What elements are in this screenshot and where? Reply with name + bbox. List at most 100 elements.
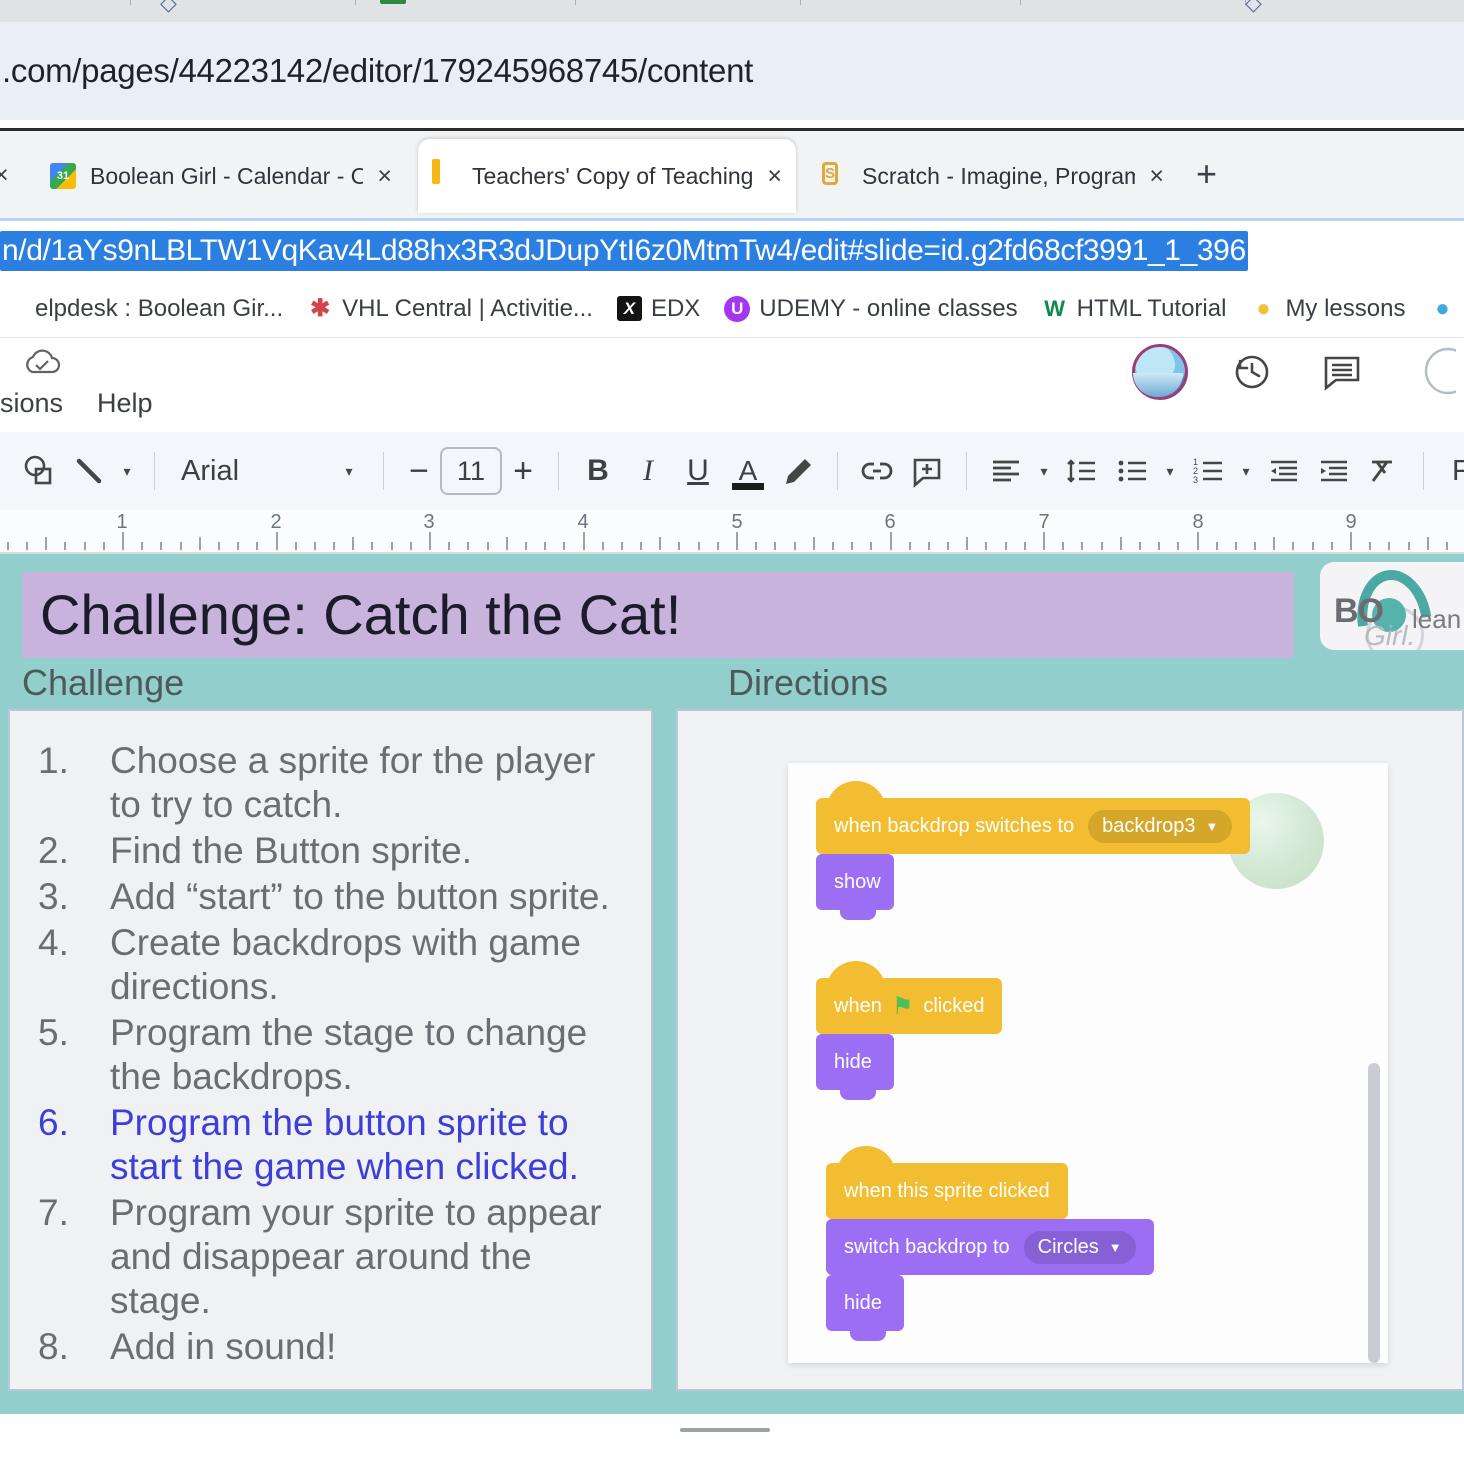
block-label: switch backdrop to bbox=[844, 1235, 1010, 1258]
cut-extension-icon-2[interactable]: ◇ bbox=[1245, 0, 1262, 16]
resize-handle[interactable] bbox=[680, 1428, 770, 1432]
horizontal-ruler[interactable]: 1 2 3 4 5 6 7 8 9 bbox=[0, 510, 1464, 554]
tab-title: Boolean Girl - Calendar - Octob bbox=[90, 162, 364, 189]
tab-close-icon[interactable]: × bbox=[377, 163, 392, 189]
format-options-button[interactable]: Format bbox=[1438, 455, 1464, 488]
decrease-indent-icon[interactable] bbox=[1259, 446, 1309, 496]
font-family-select[interactable]: Arial bbox=[169, 455, 329, 488]
bookmark-label: UDEMY - online classes bbox=[759, 294, 1018, 322]
google-slides-icon bbox=[432, 159, 458, 189]
tab-scratch[interactable]: S Scratch - Imagine, Program, Sh × bbox=[808, 139, 1178, 213]
new-tab-button[interactable]: + bbox=[1196, 156, 1217, 192]
w3schools-icon: W bbox=[1044, 295, 1065, 321]
version-history-icon[interactable] bbox=[1228, 347, 1278, 397]
address-overflow-bar[interactable]: .com/pages/44223142/editor/179245968745/… bbox=[0, 22, 1464, 120]
font-size-input[interactable]: 11 bbox=[440, 447, 502, 495]
insert-link-icon[interactable] bbox=[852, 446, 902, 496]
ruler-tick bbox=[563, 542, 566, 550]
font-family-chevron-down-icon[interactable]: ▾ bbox=[329, 463, 369, 480]
slide-title-box[interactable]: Challenge: Catch the Cat! bbox=[22, 572, 1294, 658]
increase-font-size-button[interactable]: + bbox=[502, 454, 544, 488]
ruler-tick bbox=[908, 542, 911, 550]
bookmark-irc-hours[interactable]: ● IRC Hours bbox=[1417, 295, 1464, 323]
ruler-tick bbox=[716, 542, 719, 550]
tab-boolean-girl-calendar[interactable]: 31 Boolean Girl - Calendar - Octob × bbox=[36, 139, 406, 213]
tab-close-icon-0[interactable]: × bbox=[0, 161, 9, 190]
dropdown-value: Circles bbox=[1037, 1235, 1099, 1258]
step-text: Program the button sprite to start the g… bbox=[110, 1102, 579, 1188]
omnibox[interactable]: n/d/1aYs9nLBLTW1VqKav4Ld88hx3R3dJDupYtI6… bbox=[0, 218, 1464, 280]
omnibox-selected-url-text: n/d/1aYs9nLBLTW1VqKav4Ld88hx3R3dJDupYtI6… bbox=[0, 230, 1248, 271]
line-spacing-icon[interactable] bbox=[1057, 446, 1107, 496]
bold-button[interactable]: B bbox=[573, 446, 623, 496]
ruler-number: 5 bbox=[731, 511, 743, 533]
cloud-saved-icon[interactable] bbox=[22, 348, 62, 378]
slide-canvas[interactable]: Challenge: Catch the Cat! BO lean Girl. … bbox=[0, 554, 1464, 1414]
block-notch bbox=[840, 908, 876, 920]
scratch-block-show: show bbox=[816, 854, 894, 920]
tab-close-icon[interactable]: × bbox=[1149, 163, 1164, 189]
ruler-number: 3 bbox=[423, 511, 435, 533]
bookmark-label: VHL Central | Activitie... bbox=[342, 294, 593, 322]
udemy-icon: U bbox=[724, 295, 751, 322]
avatar[interactable] bbox=[1132, 344, 1188, 400]
bookmark-my-lessons[interactable]: ● My lessons bbox=[1238, 295, 1417, 323]
block-dropdown-backdrop-target[interactable]: Circles ▼ bbox=[1023, 1230, 1136, 1264]
underline-button[interactable]: U bbox=[673, 446, 723, 496]
menu-item-extensions[interactable]: sions bbox=[0, 388, 63, 419]
bookmark-html-tutorial[interactable]: W HTML Tutorial bbox=[1030, 295, 1239, 323]
increase-indent-icon[interactable] bbox=[1309, 446, 1359, 496]
cut-divider-5 bbox=[1020, 0, 1021, 5]
block-label: when backdrop switches to bbox=[834, 814, 1075, 837]
scratch-hat-block-when-flag-clicked: when ⚑ clicked bbox=[816, 961, 1003, 1034]
comment-icon[interactable] bbox=[1318, 347, 1368, 397]
bookmark-vhl-central[interactable]: ✱ VHL Central | Activitie... bbox=[295, 295, 605, 323]
ruler-tick bbox=[1004, 542, 1007, 550]
block-label: hide bbox=[834, 1050, 872, 1073]
ruler-tick bbox=[640, 542, 643, 550]
challenge-panel[interactable]: 1. Choose a sprite for the player to try… bbox=[8, 709, 653, 1391]
line-options-chevron-down-icon[interactable]: ▾ bbox=[114, 446, 140, 496]
tab-close-icon[interactable]: × bbox=[767, 163, 782, 189]
green-flag-icon: ⚑ bbox=[891, 992, 914, 1020]
logo-girl-text: Girl. bbox=[1364, 620, 1416, 650]
bulleted-list-chevron-down-icon[interactable]: ▾ bbox=[1157, 446, 1183, 496]
clear-formatting-icon[interactable] bbox=[1359, 446, 1409, 496]
highlight-pen-icon[interactable] bbox=[773, 446, 823, 496]
numbered-list-chevron-down-icon[interactable]: ▾ bbox=[1233, 446, 1259, 496]
formatting-toolbar: ▾ Arial ▾ − 11 + B I U A ▾ ▾ 123 ▾ F bbox=[0, 432, 1464, 510]
ruler-tick bbox=[774, 542, 777, 550]
cut-divider-2 bbox=[355, 0, 356, 5]
numbered-list-icon[interactable]: 123 bbox=[1183, 446, 1233, 496]
ruler-tick bbox=[390, 542, 393, 550]
menu-item-help[interactable]: Help bbox=[97, 388, 153, 419]
tab-teachers-copy-of-teaching-scratch[interactable]: Teachers' Copy of Teaching Sc × bbox=[418, 139, 796, 213]
align-icon[interactable] bbox=[981, 446, 1031, 496]
add-comment-icon[interactable] bbox=[902, 446, 952, 496]
line-icon[interactable] bbox=[64, 446, 114, 496]
bookmark-helpdesk[interactable]: elpdesk : Boolean Gir... bbox=[0, 295, 295, 323]
ruler-number: 9 bbox=[1345, 511, 1357, 533]
block-dropdown-backdrop[interactable]: backdrop3 ▼ bbox=[1088, 809, 1233, 843]
ruler-tick bbox=[160, 542, 163, 550]
shape-icon[interactable] bbox=[14, 446, 64, 496]
italic-button[interactable]: I bbox=[623, 446, 673, 496]
text-color-button[interactable]: A bbox=[723, 446, 773, 496]
ruler-tick bbox=[1426, 537, 1429, 550]
bookmark-udemy[interactable]: U UDEMY - online classes bbox=[712, 295, 1029, 323]
bookmark-label: elpdesk : Boolean Gir... bbox=[35, 294, 284, 322]
challenge-steps-list: 1. Choose a sprite for the player to try… bbox=[10, 739, 651, 1369]
cut-extension-icon-1[interactable]: ◇ bbox=[160, 0, 177, 16]
bulleted-list-icon[interactable] bbox=[1107, 446, 1157, 496]
align-chevron-down-icon[interactable]: ▾ bbox=[1031, 446, 1057, 496]
step-number: 5. bbox=[38, 1012, 69, 1054]
scratch-screenshot-image: when backdrop switches to backdrop3 ▼ sh… bbox=[788, 763, 1388, 1363]
scratch-scrollbar[interactable] bbox=[1368, 1063, 1380, 1363]
ruler-tick bbox=[294, 542, 297, 550]
share-button[interactable] bbox=[1408, 347, 1464, 397]
directions-panel[interactable]: when backdrop switches to backdrop3 ▼ sh… bbox=[676, 709, 1464, 1391]
step-text: Find the Button sprite. bbox=[110, 830, 472, 872]
bookmark-edx[interactable]: X EDX bbox=[605, 295, 712, 323]
block-notch bbox=[840, 1088, 876, 1100]
decrease-font-size-button[interactable]: − bbox=[398, 454, 440, 488]
